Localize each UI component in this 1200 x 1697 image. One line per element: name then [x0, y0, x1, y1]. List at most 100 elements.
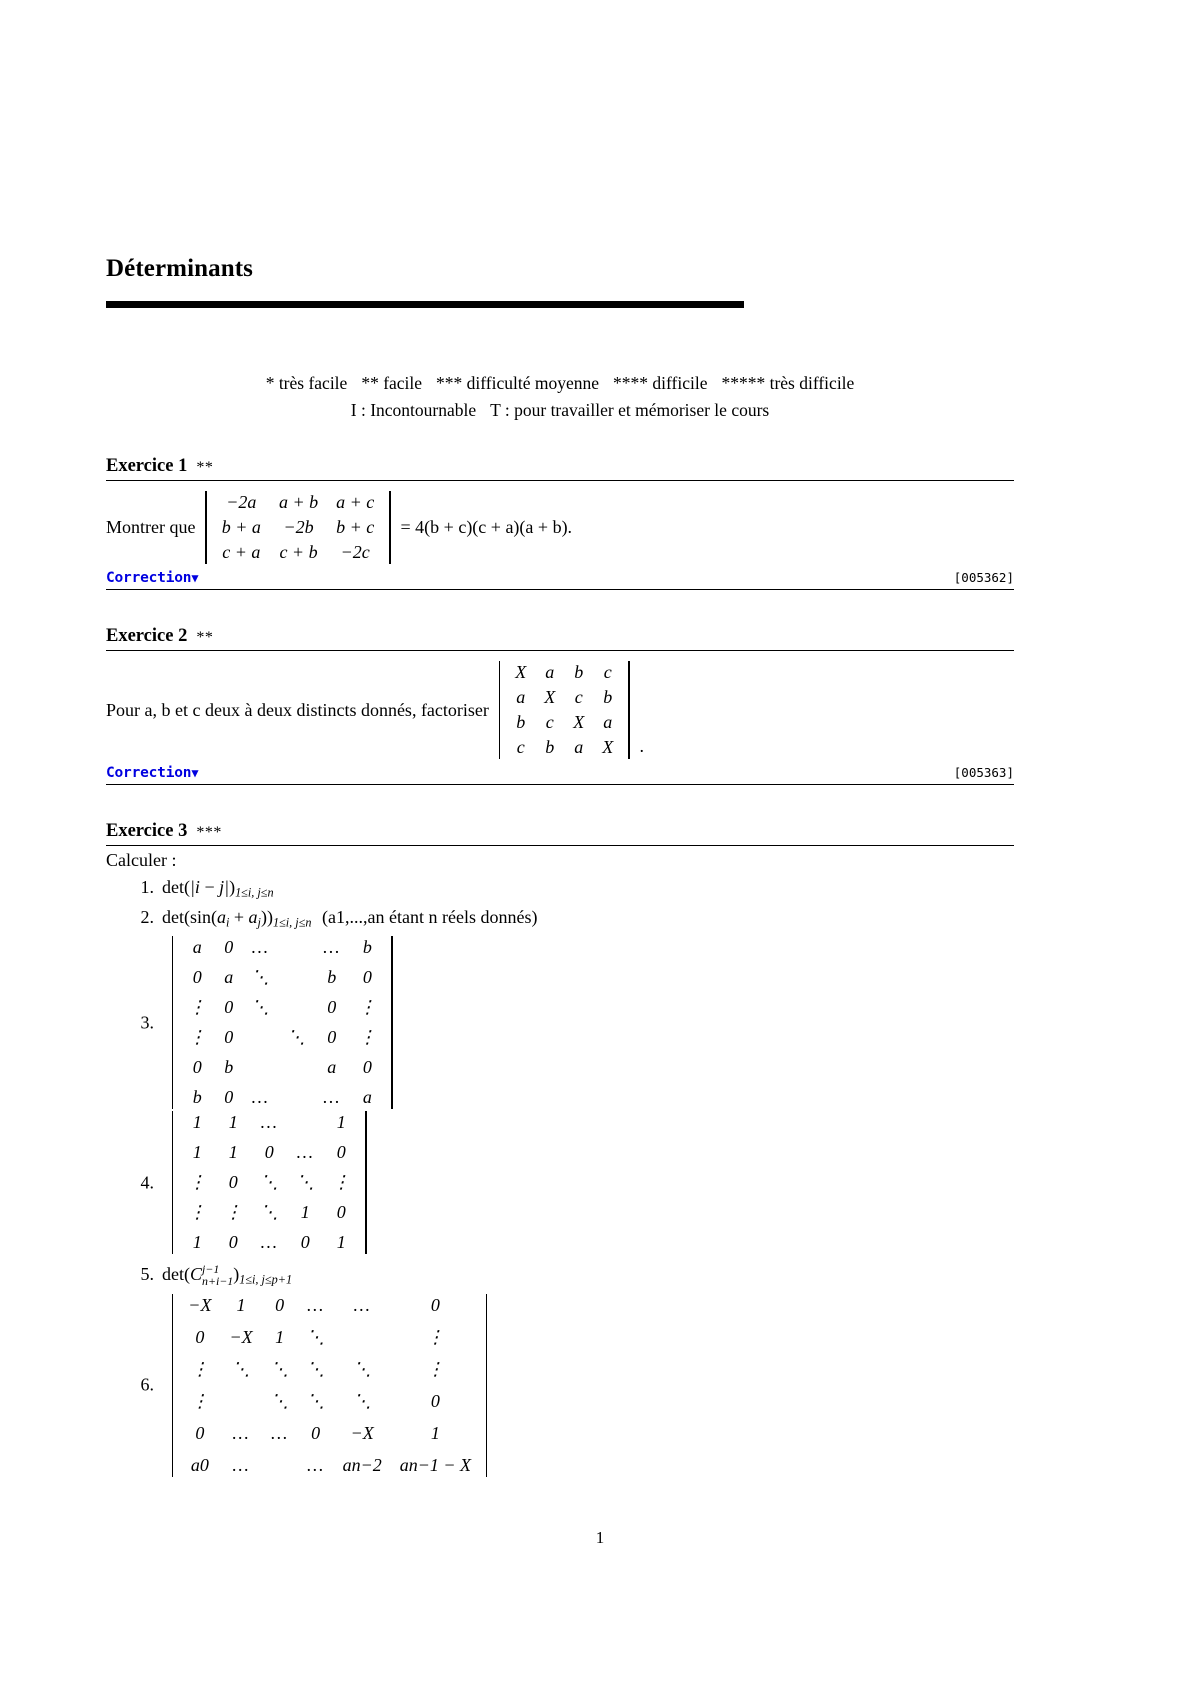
matrix-cell: …	[323, 1087, 341, 1108]
list-item-formula: det(sin(ai + aj))1≤i, j≤n (a1,...,an éta…	[162, 906, 538, 930]
matrix-cell: ⋱	[270, 1390, 289, 1411]
list-item: 5. det(C j−1 n+i−1)1≤i, j≤p+1	[141, 1262, 1014, 1288]
matrix-cell: ⋮	[332, 1172, 351, 1193]
matrix-cell: a	[545, 662, 555, 683]
matrix-cell: 0	[264, 1142, 274, 1163]
matrix-cell: …	[232, 1422, 250, 1443]
exercise-3-item-list: 1. det(|i − j|)1≤i, j≤n 2. det(sin(ai + …	[106, 877, 1014, 1477]
matrix-cell: 0	[311, 1422, 321, 1443]
matrix-cell: ⋱	[251, 967, 270, 988]
exercise-1-stars: **	[196, 459, 214, 477]
list-item: 2. det(sin(ai + aj))1≤i, j≤n (a1,...,an …	[141, 906, 1014, 930]
matrix-cell: c + a	[222, 542, 261, 563]
matrix-cell: …	[260, 1232, 278, 1253]
list-item: 3. a 0 … … b 0 a ⋱ b 0 ⋮ 0 ⋱ 0 ⋮ ⋮ 0 ⋱ 0…	[141, 936, 1014, 1110]
list-item-number: 1.	[140, 877, 155, 898]
list-item-formula: det(C j−1 n+i−1)1≤i, j≤p+1	[162, 1262, 293, 1288]
legend-star-4: **** difficile	[613, 373, 708, 393]
matrix-cell: …	[251, 937, 269, 958]
matrix-cell: 1	[192, 1232, 202, 1253]
matrix-cell: b + c	[336, 517, 375, 538]
matrix-cell: ⋱	[306, 1326, 325, 1347]
exercise-2-stars: **	[196, 629, 214, 647]
page-content: Déterminants * très facile ** facile *** d…	[106, 255, 1014, 1483]
matrix-cell: 0	[195, 1326, 205, 1347]
exercise-3-header: Exercice 3 ***	[106, 821, 1014, 842]
matrix-cell: ⋱	[251, 997, 270, 1018]
matrix-cell: −2c	[340, 542, 370, 563]
matrix-cell: X	[544, 687, 556, 708]
document-page: Déterminants * très facile ** facile *** d…	[0, 0, 1200, 1697]
matrix-cell: 0	[228, 1172, 238, 1193]
matrix-cell: a	[192, 937, 202, 958]
matrix-cell: −2a	[226, 492, 257, 513]
exercise-3-body: Calculer : 1. det(|i − j|)1≤i, j≤n 2. de…	[106, 846, 1014, 1483]
matrix-cell: ⋱	[287, 1027, 306, 1048]
matrix-cell: 0	[362, 967, 372, 988]
correction-link[interactable]: Correction▼	[106, 570, 199, 587]
exercise-2-lead: Pour a, b et c deux à deux distincts don…	[106, 700, 489, 721]
matrix-cell: c	[545, 712, 554, 733]
correction-link-label: Correction	[106, 570, 192, 587]
legend-line-stars: * très facile ** facile *** difficulté moy…	[106, 370, 1014, 397]
matrix-cell: c	[603, 662, 612, 683]
matrix-cell: c	[574, 687, 583, 708]
list-item-determinant: a 0 … … b 0 a ⋱ b 0 ⋮ 0 ⋱ 0 ⋮ ⋮ 0 ⋱ 0 ⋮ …	[166, 936, 399, 1110]
matrix-cell: 1	[300, 1202, 310, 1223]
matrix-cell: …	[260, 1112, 278, 1133]
matrix-cell: 0	[300, 1232, 310, 1253]
matrix-cell: ⋮	[190, 1390, 209, 1411]
matrix-cell: a	[574, 737, 584, 758]
matrix-cell: ⋱	[260, 1202, 279, 1223]
matrix-cell: …	[353, 1294, 371, 1315]
legend-star-2: ** facile	[361, 373, 423, 393]
matrix-cell: 1	[236, 1294, 246, 1315]
matrix-cell: …	[296, 1142, 314, 1163]
exercise-2: Exercice 2 ** Pour a, b et c deux à deux…	[106, 626, 1014, 786]
list-item-number: 5.	[140, 1264, 155, 1285]
matrix-cell: ⋮	[188, 1172, 207, 1193]
matrix-cell: b	[362, 937, 372, 958]
exercise-1: Exercice 1 ** Montrer que −2a a + b a + …	[106, 456, 1014, 591]
difficulty-legend: * très facile ** facile *** difficulté moy…	[106, 370, 1014, 424]
legend-line-letters: I : Incontournable T : pour travailler et…	[106, 397, 1014, 424]
formula-condition: 1≤i, j≤n	[272, 915, 312, 930]
matrix-cell: 1	[430, 1422, 440, 1443]
correction-link[interactable]: Correction▼	[106, 765, 199, 782]
matrix-cell: …	[271, 1422, 289, 1443]
exercise-1-determinant: −2a a + b a + c b + a −2b b + c c + a c …	[199, 491, 396, 565]
matrix-cell: 0	[430, 1294, 440, 1315]
matrix-cell: 1	[336, 1112, 346, 1133]
matrix-cell: −2b	[283, 517, 314, 538]
matrix-cell: 0	[327, 997, 337, 1018]
matrix-cell: ⋱	[260, 1172, 279, 1193]
matrix-cell: a0	[190, 1454, 209, 1475]
exercise-2-determinant: X a b c a X c b b c X a c b a X	[493, 661, 636, 760]
list-item: 4. 1 1 … 1 1 1 0 … 0 ⋮ 0 ⋱ ⋱ ⋮ ⋮ ⋮ ⋱ 1 0…	[141, 1111, 1014, 1255]
matrix-cell: −X	[188, 1294, 212, 1315]
matrix-cell	[262, 1454, 298, 1477]
formula-note: (a1,...,an étant n réels donnés)	[322, 906, 538, 927]
matrix-cell	[278, 1056, 314, 1079]
matrix-cell: 0	[224, 997, 234, 1018]
matrix-cell: X	[602, 737, 614, 758]
matrix-cell: a	[362, 1087, 372, 1108]
matrix-cell	[278, 966, 314, 989]
matrix-cell: a	[516, 687, 526, 708]
matrix-cell: 0	[336, 1142, 346, 1163]
matrix-cell	[278, 1086, 314, 1109]
matrix-cell: b	[574, 662, 584, 683]
exercise-1-bottom-rule	[106, 589, 1014, 591]
matrix-cell: 1	[275, 1326, 285, 1347]
list-item-number: 2.	[140, 906, 155, 927]
matrix-cell: ⋱	[270, 1358, 289, 1379]
matrix-cell: …	[232, 1454, 250, 1475]
matrix-cell: 1	[228, 1112, 238, 1133]
matrix-cell: 0	[192, 1057, 202, 1078]
matrix-cell: b	[516, 712, 526, 733]
matrix-cell: 0	[228, 1232, 238, 1253]
legend-star-1: * très facile	[265, 373, 348, 393]
correction-link-label: Correction	[106, 765, 192, 782]
matrix-cell: a + b	[278, 492, 319, 513]
exercise-1-id: [005362]	[953, 570, 1014, 586]
